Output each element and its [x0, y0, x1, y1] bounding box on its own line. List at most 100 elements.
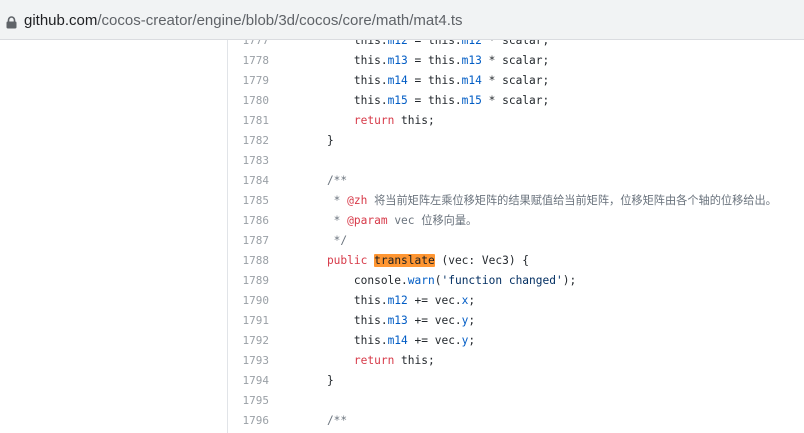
code-token: } [300, 134, 334, 147]
code-token: this. [300, 74, 388, 87]
code-token: m12 [387, 40, 408, 47]
line-number[interactable]: 1794 [229, 371, 270, 391]
code-token: @zh [347, 194, 368, 207]
code-token: m13 [387, 314, 408, 327]
code-text: this.m14 = this.m14 * scalar; [300, 71, 549, 91]
code-line: 1777 this.m12 = this.m12 * scalar; [0, 40, 804, 51]
line-number[interactable]: 1796 [229, 411, 270, 431]
code-token: = this. [407, 74, 462, 87]
code-token: public [300, 254, 368, 267]
code-line: 1783 [0, 151, 804, 171]
code-line: 1791 this.m13 += vec.y; [0, 311, 804, 331]
code-text: */ [300, 231, 347, 251]
code-text: this.m12 += vec.x; [300, 291, 475, 311]
line-number[interactable]: 1795 [229, 391, 270, 411]
code-line: 1781 return this; [0, 111, 804, 131]
code-token: this. [300, 334, 388, 347]
code-token: @param [347, 214, 388, 227]
code-line: 1795 [0, 391, 804, 411]
url-domain: github.com [24, 12, 98, 29]
line-number[interactable]: 1788 [229, 251, 270, 271]
code-text: /** [300, 171, 347, 191]
line-number[interactable]: 1792 [229, 331, 270, 351]
code-token: m13 [387, 54, 408, 67]
code-text: } [300, 371, 334, 391]
code-line: 1787 */ [0, 231, 804, 251]
code-token: += vec. [407, 334, 462, 347]
code-line: 1790 this.m12 += vec.x; [0, 291, 804, 311]
code-token: m13 [461, 54, 482, 67]
code-text: * @param vec 位移向量。 [300, 211, 478, 231]
line-number[interactable]: 1785 [229, 191, 270, 211]
code-token: this. [300, 294, 388, 307]
code-line: 1784 /** [0, 171, 804, 191]
code-token: += vec. [407, 314, 462, 327]
line-number[interactable]: 1780 [229, 91, 270, 111]
code-token: * scalar; [481, 94, 550, 107]
line-number[interactable]: 1786 [229, 211, 270, 231]
line-number[interactable]: 1781 [229, 111, 270, 131]
code-line: 1786 * @param vec 位移向量。 [0, 211, 804, 231]
code-token: ; [468, 314, 476, 327]
code-token: ); [562, 274, 577, 287]
line-number[interactable]: 1784 [229, 171, 270, 191]
code-token: this; [394, 114, 435, 127]
code-line: 1793 return this; [0, 351, 804, 371]
code-token: m15 [387, 94, 408, 107]
code-line: 1779 this.m14 = this.m14 * scalar; [0, 71, 804, 91]
code-token: * scalar; [481, 54, 550, 67]
line-number[interactable]: 1782 [229, 131, 270, 151]
code-token: this. [300, 54, 388, 67]
code-token: * [300, 214, 348, 227]
code-token: * [300, 194, 348, 207]
code-token: += vec. [407, 294, 462, 307]
code-text: this.m13 = this.m13 * scalar; [300, 51, 549, 71]
line-number[interactable]: 1783 [229, 151, 270, 171]
code-token: ; [468, 294, 476, 307]
code-token: return [353, 354, 395, 367]
code-token: m15 [461, 94, 482, 107]
line-number[interactable]: 1791 [229, 311, 270, 331]
code-text: return this; [300, 351, 435, 371]
line-number[interactable]: 1777 [229, 40, 270, 51]
line-number[interactable]: 1789 [229, 271, 270, 291]
lock-icon[interactable] [6, 14, 17, 29]
code-token: * scalar; [481, 74, 550, 87]
code-text: * @zh 将当前矩阵左乘位移矩阵的结果赋值给当前矩阵，位移矩阵由各个轴的位移给… [300, 191, 777, 211]
code-token: */ [300, 234, 348, 247]
code-text: this.m14 += vec.y; [300, 331, 475, 351]
line-number[interactable]: 1779 [229, 71, 270, 91]
code-token: this. [300, 40, 388, 47]
code-token: vec 位移向量。 [387, 214, 478, 227]
code-token: 将当前矩阵左乘位移矩阵的结果赋值给当前矩阵，位移矩阵由各个轴的位移给出。 [367, 194, 777, 207]
code-line: 1778 this.m13 = this.m13 * scalar; [0, 51, 804, 71]
code-token: warn [407, 274, 435, 287]
url-text[interactable]: github.com/cocos-creator/engine/blob/3d/… [24, 11, 463, 31]
code-token: m14 [387, 334, 408, 347]
search-highlight: translate [374, 254, 435, 267]
code-text: console.warn('function changed'); [300, 271, 576, 291]
code-text: return this; [300, 111, 435, 131]
address-bar[interactable]: github.com/cocos-creator/engine/blob/3d/… [0, 0, 804, 40]
code-text: } [300, 131, 334, 151]
code-line: 1794 } [0, 371, 804, 391]
code-token: m12 [461, 40, 482, 47]
code-viewer: 1777 this.m12 = this.m12 * scalar; 1778 t… [0, 40, 804, 433]
line-number[interactable]: 1778 [229, 51, 270, 71]
code-line: 1782 } [0, 131, 804, 151]
code-token: } [300, 374, 334, 387]
code-token: console. [300, 274, 408, 287]
line-number[interactable]: 1790 [229, 291, 270, 311]
code-token: ; [468, 334, 476, 347]
line-number[interactable]: 1787 [229, 231, 270, 251]
code-text: public translate (vec: Vec3) { [300, 251, 529, 271]
code-text: this.m15 = this.m15 * scalar; [300, 91, 549, 111]
code-text: /** [300, 411, 347, 431]
code-token: 'function changed' [441, 274, 563, 287]
code-line: 1788 public translate (vec: Vec3) { [0, 251, 804, 271]
code-line: 1789 console.warn('function changed'); [0, 271, 804, 291]
code-line: 1792 this.m14 += vec.y; [0, 331, 804, 351]
line-number[interactable]: 1793 [229, 351, 270, 371]
code-token: /** [300, 174, 348, 187]
